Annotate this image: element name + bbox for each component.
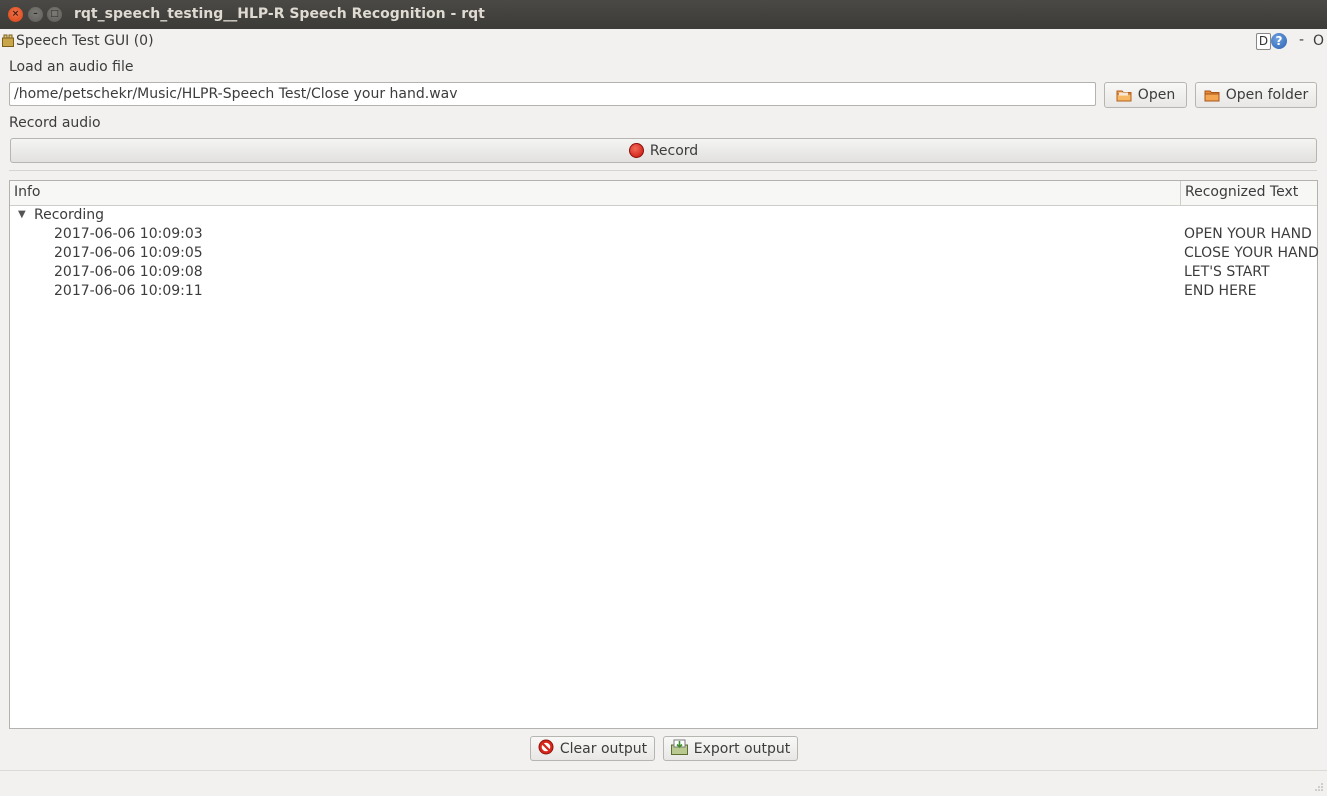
audio-path-input[interactable]: /home/petschekr/Music/HLPR-Speech Test/C… bbox=[9, 82, 1096, 106]
folder-open-icon bbox=[1116, 89, 1132, 102]
window-titlebar: × – □ rqt_speech_testing__HLP-R Speech R… bbox=[0, 0, 1327, 29]
plugin-header: Speech Test GUI (0) D ? - O bbox=[0, 31, 1327, 51]
expand-arrow-icon[interactable]: ▼ bbox=[18, 209, 26, 220]
row-timestamp: 2017-06-06 10:09:05 bbox=[54, 245, 203, 261]
folder-icon bbox=[1204, 89, 1220, 102]
column-divider[interactable] bbox=[1180, 181, 1181, 205]
separator bbox=[9, 170, 1317, 171]
plugin-icon bbox=[2, 34, 14, 47]
help-icon[interactable]: ? bbox=[1271, 33, 1287, 49]
tree-item-recording[interactable]: ▼ Recording bbox=[10, 205, 1317, 224]
row-timestamp: 2017-06-06 10:09:03 bbox=[54, 226, 203, 242]
window-title: rqt_speech_testing__HLP-R Speech Recogni… bbox=[74, 6, 485, 22]
open-folder-button-label: Open folder bbox=[1225, 87, 1309, 103]
window-maximize-button[interactable]: □ bbox=[47, 7, 62, 22]
clear-output-label: Clear output bbox=[559, 740, 648, 757]
table-row[interactable]: 2017-06-06 10:09:08 LET'S START bbox=[10, 264, 1317, 283]
tree-header: Info Recognized Text bbox=[10, 181, 1317, 206]
plugin-minimize-button[interactable]: - bbox=[1299, 32, 1304, 48]
load-audio-label: Load an audio file bbox=[9, 59, 134, 75]
column-header-info[interactable]: Info bbox=[14, 184, 41, 200]
plugin-title: Speech Test GUI (0) bbox=[16, 33, 154, 49]
row-recognized-text: OPEN YOUR HAND bbox=[1184, 226, 1312, 242]
window-minimize-button[interactable]: – bbox=[28, 7, 43, 22]
open-button-label: Open bbox=[1137, 87, 1176, 103]
window-close-button[interactable]: × bbox=[8, 7, 23, 22]
clear-icon bbox=[538, 739, 554, 759]
table-row[interactable]: 2017-06-06 10:09:05 CLOSE YOUR HAND bbox=[10, 245, 1319, 264]
table-row[interactable]: 2017-06-06 10:09:03 OPEN YOUR HAND bbox=[10, 226, 1317, 245]
row-recognized-text: END HERE bbox=[1184, 283, 1257, 299]
tree-item-label: Recording bbox=[34, 207, 105, 223]
record-icon bbox=[628, 143, 644, 158]
row-recognized-text: CLOSE YOUR HAND bbox=[1184, 245, 1319, 261]
results-tree[interactable]: Info Recognized Text ▼ Recording 2017-06… bbox=[9, 180, 1319, 729]
column-header-recognized-text[interactable]: Recognized Text bbox=[1185, 184, 1298, 200]
table-row[interactable]: 2017-06-06 10:09:11 END HERE bbox=[10, 283, 1317, 302]
row-timestamp: 2017-06-06 10:09:08 bbox=[54, 264, 203, 280]
export-output-button[interactable]: Export output bbox=[663, 736, 798, 761]
export-icon bbox=[670, 739, 688, 759]
resize-grip-icon[interactable] bbox=[1314, 780, 1324, 791]
dock-toggle-button[interactable]: D bbox=[1256, 33, 1271, 50]
record-button[interactable]: Record bbox=[10, 138, 1317, 163]
export-output-label: Export output bbox=[693, 740, 791, 757]
clear-output-button[interactable]: Clear output bbox=[530, 736, 655, 761]
record-audio-label: Record audio bbox=[9, 115, 101, 131]
plugin-options-button[interactable]: O bbox=[1313, 33, 1324, 49]
open-folder-button[interactable]: Open folder bbox=[1195, 82, 1317, 108]
row-recognized-text: LET'S START bbox=[1184, 264, 1270, 280]
open-button[interactable]: Open bbox=[1104, 82, 1187, 108]
row-timestamp: 2017-06-06 10:09:11 bbox=[54, 283, 203, 299]
status-separator bbox=[0, 770, 1327, 771]
record-button-label: Record bbox=[649, 142, 699, 159]
